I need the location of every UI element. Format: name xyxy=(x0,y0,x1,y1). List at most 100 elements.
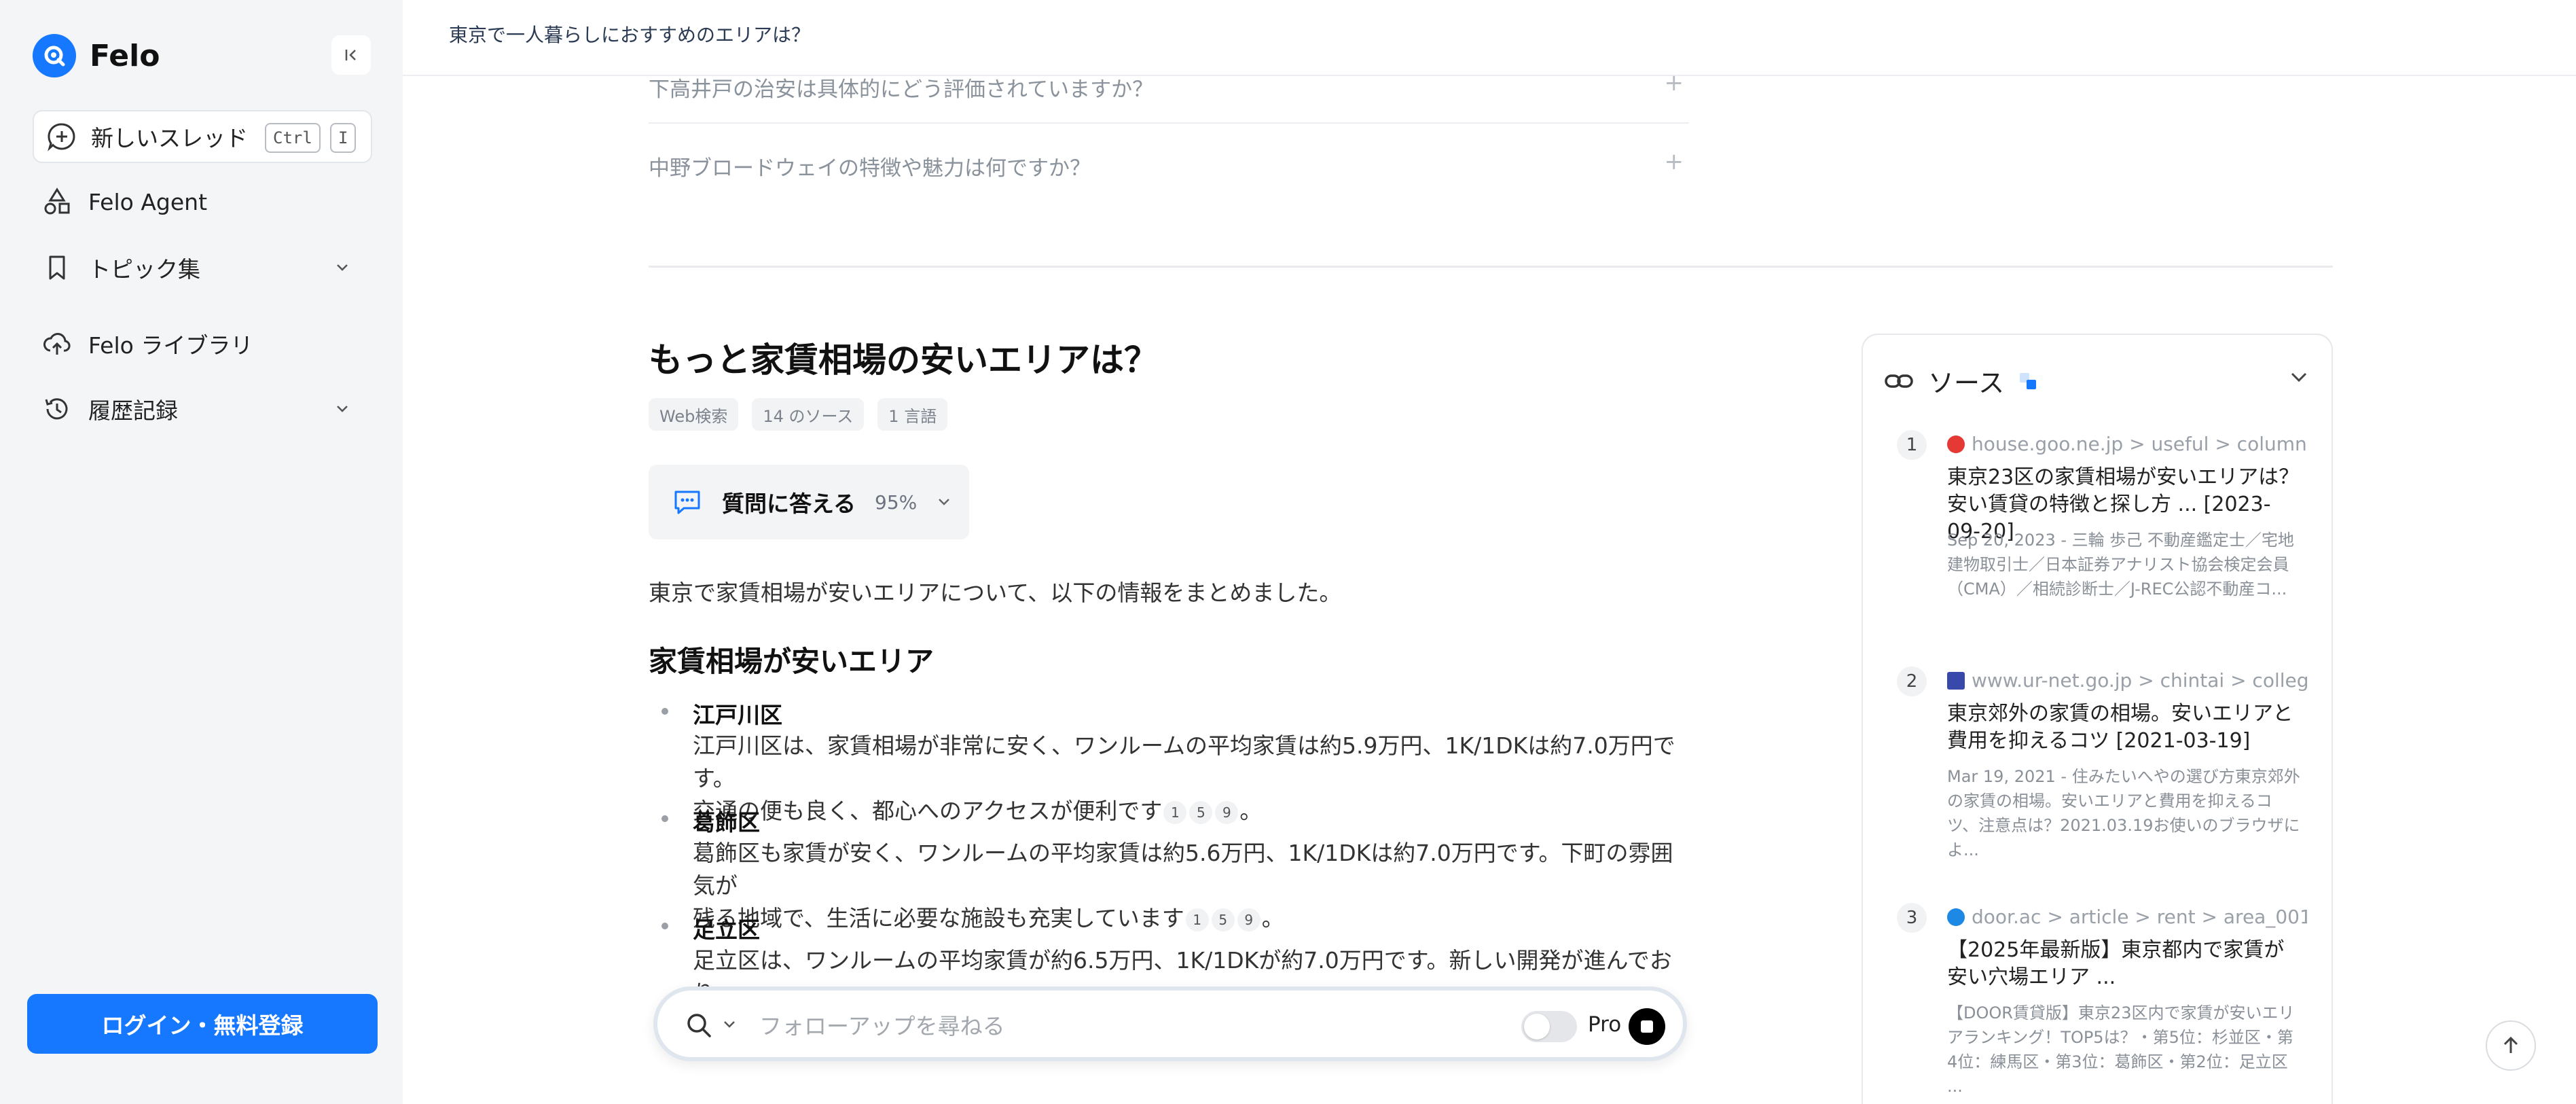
sidebar-item-label: トピック集 xyxy=(88,256,200,283)
agent-shapes-icon xyxy=(44,188,70,215)
site-favicon-icon xyxy=(1947,908,1965,926)
followup-input[interactable] xyxy=(759,1007,1438,1045)
bullet xyxy=(661,815,668,822)
source-title: 【2025年最新版】東京都内で家賃が安い穴場エリア ... xyxy=(1947,938,2285,989)
ward-description-text: 残る地域で、生活に必要な施設も充実しています xyxy=(693,905,1184,931)
plus-icon: + xyxy=(1664,148,1684,175)
chevron-down-icon[interactable] xyxy=(333,258,352,277)
tag-sources: 14 のソース xyxy=(752,398,865,431)
answer-title: もっと家賃相場の安いエリアは？ xyxy=(649,340,1158,380)
ward-description: 江戸川区は、家賃相場が非常に安く、ワンルームの平均家賃は約5.9万円、1K/1D… xyxy=(693,730,1677,827)
citation-badge[interactable]: 9 xyxy=(1237,908,1260,931)
site-favicon-icon xyxy=(1947,435,1965,453)
ward-description-line: 江戸川区は、家賃相場が非常に安く、ワンルームの平均家賃は約5.9万円、1K/1D… xyxy=(693,732,1675,791)
section-heading: 家賃相場が安いエリア xyxy=(649,645,935,678)
sidebar-item-label: 履歴記録 xyxy=(88,397,178,424)
source-site: house.goo.ne.jp > useful > column > ... xyxy=(1947,433,2307,455)
source-number: 3 xyxy=(1897,903,1927,933)
source-snippet: Mar 19, 2021 - 住みたいへやの選び方東京郊外の家賃の相場。安いエリ… xyxy=(1947,767,2300,859)
pro-label: Pro xyxy=(1588,1012,1622,1037)
link-icon xyxy=(1885,374,1913,388)
shortcut-i-key: I xyxy=(330,123,357,153)
citation-badge[interactable]: 5 xyxy=(1211,908,1235,931)
source-snippet: Sep 20, 2023 - 三輪 歩己 不動産鑑定士／宅地建物取引士／日本証券… xyxy=(1947,531,2294,599)
source-number: 2 xyxy=(1897,666,1927,696)
app-root: Felo 新しいスレッド Ctrl I Felo Agent トピック集 Fel… xyxy=(0,0,2576,1104)
stop-icon xyxy=(1641,1020,1653,1033)
toggle-knob xyxy=(1524,1014,1550,1039)
arrow-up-icon xyxy=(2503,1036,2518,1053)
thread-title[interactable]: 東京で一人暮らしにおすすめのエリアは？ xyxy=(449,20,810,48)
login-register-button[interactable]: ログイン・無料登録 xyxy=(27,994,378,1054)
sidebar-item-history[interactable]: 履歴記録 xyxy=(42,393,368,425)
answer-confidence: 95% xyxy=(875,491,918,514)
tag-web-search: Web検索 xyxy=(649,398,739,431)
bullet xyxy=(661,708,668,715)
ward-description-line: 葛飾区も家賃が安く、ワンルームの平均家賃は約5.6万円、1K/1DKは約7.0万… xyxy=(693,840,1673,899)
bullet xyxy=(661,923,668,929)
brand-name: Felo xyxy=(90,38,160,73)
source-snippet: 【DOOR賃貸版】東京23区内で家賃が安いエリアランキング！TOP5は？・第5位… xyxy=(1947,1003,2295,1096)
source-url: www.ur-net.go.jp > chintai > college > .… xyxy=(1972,669,2307,692)
citation-badge[interactable]: 9 xyxy=(1215,801,1239,824)
brand[interactable]: Felo xyxy=(33,34,160,77)
ward-name: 葛飾区 xyxy=(693,809,760,836)
ward-description-line: 交通の便も良く、都心へのアクセスが便利です 1 5 9。 xyxy=(693,798,1263,824)
sources-panel: ソース 1 house.goo.ne.jp > useful > column … xyxy=(1862,334,2333,1104)
sources-header: ソース xyxy=(1883,362,2038,399)
source-number: 1 xyxy=(1897,430,1927,460)
collapse-left-icon xyxy=(345,50,356,60)
new-chat-icon xyxy=(48,123,75,152)
source-site: www.ur-net.go.jp > chintai > college > .… xyxy=(1947,669,2307,692)
chat-bubble-icon xyxy=(674,491,700,514)
sidebar-item-label: Felo ライブラリ xyxy=(88,332,253,359)
related-question-text: 下高井戸の治安は具体的にどう評価されていますか？ xyxy=(649,77,1154,102)
tag-languages: 1 言語 xyxy=(877,398,948,431)
shortcut-ctrl-key: Ctrl xyxy=(265,123,321,153)
related-question-row[interactable]: 中野ブロードウェイの特徴や魅力は何ですか？ + xyxy=(649,124,1689,200)
ward-name: 江戸川区 xyxy=(693,702,782,728)
site-favicon-icon xyxy=(1947,671,1965,690)
answer-tags: Web検索 14 のソース 1 言語 xyxy=(649,398,948,431)
translate-icon[interactable] xyxy=(2018,371,2038,391)
bookmark-icon xyxy=(49,255,65,280)
pro-toggle[interactable] xyxy=(1521,1011,1577,1042)
answer-intro: 東京で家賃相場が安いエリアについて、以下の情報をまとめました。 xyxy=(649,580,1342,606)
citation-badge[interactable]: 1 xyxy=(1185,908,1209,931)
chevron-down-icon xyxy=(939,499,950,505)
source-title: 東京郊外の家賃の相場。安いエリアと費用を抑えるコツ [2021-03-19] xyxy=(1947,702,2293,753)
ward-description-text: 交通の便も良く、都心へのアクセスが便利です xyxy=(693,798,1163,824)
followup-bar: Pro xyxy=(653,986,1687,1061)
chevron-down-icon[interactable] xyxy=(720,1015,739,1034)
felo-logo-icon xyxy=(33,34,76,77)
citation-badge[interactable]: 1 xyxy=(1163,801,1187,824)
sidebar: Felo 新しいスレッド Ctrl I Felo Agent トピック集 Fel… xyxy=(0,0,403,1104)
plus-icon: + xyxy=(1664,69,1684,96)
source-site: door.ac > article > rent > area_001 xyxy=(1947,906,2307,928)
sidebar-item-felo-agent[interactable]: Felo Agent xyxy=(42,187,207,217)
ward-name: 足立区 xyxy=(693,916,760,943)
sources-title: ソース xyxy=(1928,368,2005,398)
cloud-upload-icon xyxy=(43,333,71,355)
related-question-row[interactable]: 下高井戸の治安は具体的にどう評価されていますか？ + xyxy=(649,48,1689,124)
sidebar-item-library[interactable]: Felo ライブラリ xyxy=(42,327,253,360)
chevron-down-icon[interactable] xyxy=(2285,363,2312,391)
related-question-text: 中野ブロードウェイの特徴や魅力は何ですか？ xyxy=(649,156,1091,181)
collapse-sidebar-button[interactable] xyxy=(331,35,371,75)
new-thread-label: 新しいスレッド xyxy=(91,125,248,152)
ward-description: 葛飾区も家賃が安く、ワンルームの平均家賃は約5.6万円、1K/1DKは約7.0万… xyxy=(693,837,1677,935)
citation-badge[interactable]: 5 xyxy=(1189,801,1213,824)
search-icon[interactable] xyxy=(685,1011,713,1039)
section-divider xyxy=(649,266,2333,268)
source-url: door.ac > article > rent > area_001 xyxy=(1972,906,2307,928)
answer-mode-dropdown[interactable]: 質問に答える 95% xyxy=(649,465,969,539)
sidebar-item-topics[interactable]: トピック集 xyxy=(42,251,368,284)
answer-mode-label: 質問に答える xyxy=(722,491,856,517)
chevron-down-icon[interactable] xyxy=(333,399,352,419)
history-icon xyxy=(45,398,68,420)
new-thread-button[interactable]: 新しいスレッド Ctrl I xyxy=(33,110,372,163)
sidebar-item-label: Felo Agent xyxy=(88,188,208,215)
stop-button[interactable] xyxy=(1629,1008,1665,1045)
scroll-to-top-button[interactable] xyxy=(2486,1020,2536,1071)
ward-description-line: 残る地域で、生活に必要な施設も充実しています 1 5 9。 xyxy=(693,905,1284,931)
